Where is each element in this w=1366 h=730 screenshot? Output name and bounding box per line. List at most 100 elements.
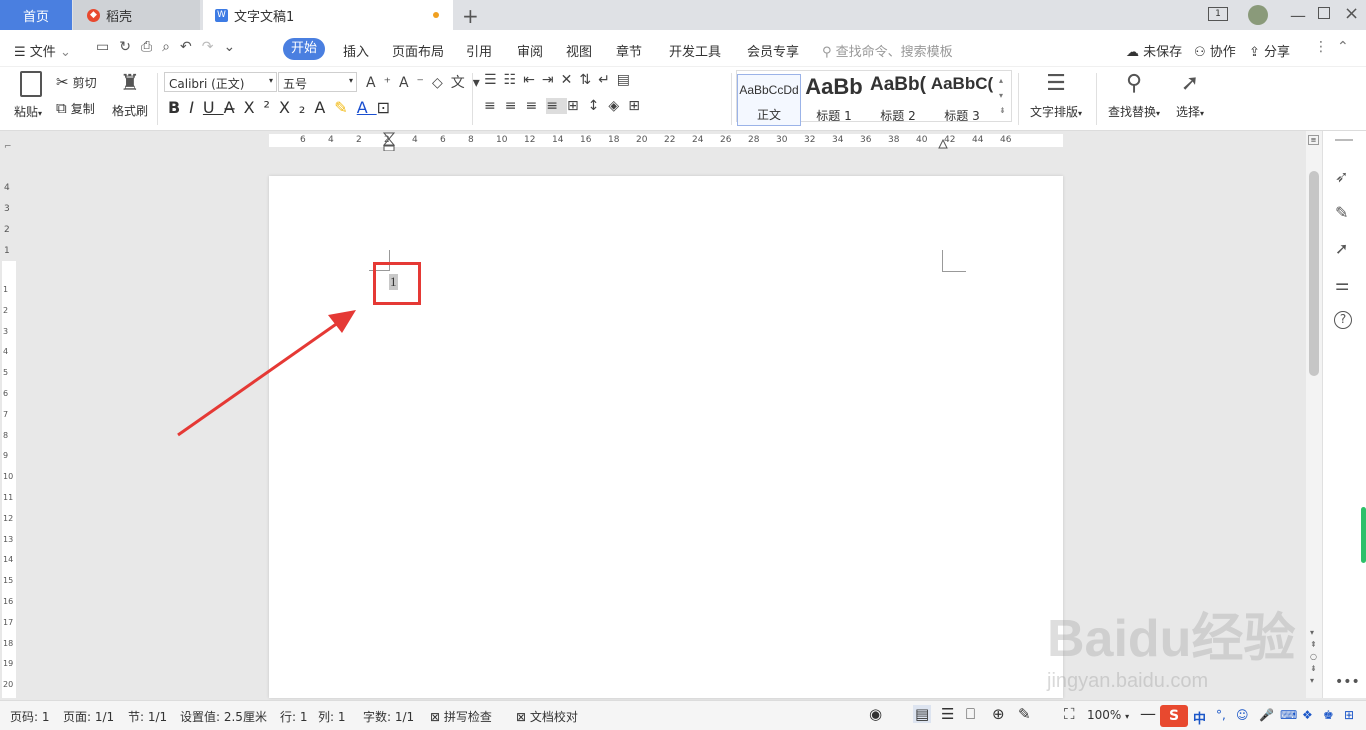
vertical-scrollbar[interactable]: ≡ ▾ ⇞ ○ ⇟ ▾: [1306, 131, 1322, 698]
reading-view-icon[interactable]: ⎕: [966, 705, 975, 723]
file-menu[interactable]: ☰ 文件 ⌄: [14, 41, 71, 60]
strikethrough-icon[interactable]: A̶: [224, 98, 244, 117]
web-view-icon[interactable]: ⊕: [992, 705, 1005, 723]
font-color-icon[interactable]: A: [357, 98, 377, 117]
scrollbar-thumb[interactable]: [1309, 171, 1319, 376]
increase-indent-icon[interactable]: ⇥: [542, 72, 561, 88]
font-size-select[interactable]: 五号 ▾: [278, 72, 357, 92]
shrink-font-icon[interactable]: A⁻: [399, 75, 432, 91]
style-heading-3[interactable]: AaBbC( 标题 3: [931, 74, 993, 126]
table-borders-icon[interactable]: ▤: [617, 72, 637, 88]
borders-icon[interactable]: ⊞: [628, 98, 649, 114]
horizontal-ruler[interactable]: 6 4 2 2 4 6 8 10 12 14 16 18 20 22 24 26 28 30 32 34 36 38 40 4…: [0, 131, 1306, 152]
mic-icon[interactable]: 🎤: [1259, 708, 1274, 722]
redo-icon[interactable]: ↷: [202, 39, 224, 55]
page-view-icon[interactable]: ▤: [913, 705, 932, 723]
chinese-layout-icon[interactable]: ✕: [561, 72, 580, 88]
avatar[interactable]: [1248, 5, 1268, 25]
minimize-button[interactable]: —: [1290, 6, 1306, 25]
number-list-icon[interactable]: ☷: [504, 72, 524, 88]
spell-check-button[interactable]: ⊠ 拼写检查: [430, 708, 492, 725]
command-search[interactable]: ⚲ 查找命令、搜索模板: [822, 41, 953, 60]
collab-button[interactable]: ⚇ 协作: [1194, 41, 1236, 60]
align-right-icon[interactable]: ≡: [525, 98, 546, 114]
share-button[interactable]: ⇪ 分享: [1249, 41, 1290, 60]
window-layout-icon[interactable]: 1: [1208, 7, 1228, 21]
menu-review[interactable]: 审阅: [517, 41, 543, 60]
export-icon[interactable]: ↻: [119, 39, 141, 55]
unsaved-button[interactable]: ☁ 未保存: [1126, 41, 1182, 60]
menu-developer[interactable]: 开发工具: [669, 41, 721, 60]
pen-icon[interactable]: ✎: [1335, 203, 1348, 222]
page-nav-icons[interactable]: ▾ ⇞ ○ ⇟ ▾: [1310, 627, 1317, 687]
close-button[interactable]: ×: [1344, 3, 1359, 24]
rocket-icon[interactable]: ➶: [1335, 167, 1348, 186]
status-page-number[interactable]: 页码: 1: [10, 708, 50, 725]
save-icon[interactable]: ▭: [96, 39, 119, 55]
align-center-icon[interactable]: ≡: [505, 98, 526, 114]
justify-icon[interactable]: ≡: [546, 98, 567, 114]
maximize-button[interactable]: [1318, 7, 1330, 19]
tab-document[interactable]: W 文字文稿1: [203, 0, 453, 30]
bold-icon[interactable]: B: [168, 98, 189, 117]
ime-mode[interactable]: 中: [1193, 708, 1206, 727]
adjust-icon[interactable]: ⚌: [1335, 275, 1349, 294]
add-tab-button[interactable]: +: [462, 4, 479, 28]
text-layout-button[interactable]: ☰ 文字排版▾: [1026, 71, 1086, 120]
menu-insert[interactable]: 插入: [343, 41, 369, 60]
proofread-button[interactable]: ⊠ 文档校对: [516, 708, 578, 725]
zoom-select[interactable]: 100% ▾: [1087, 708, 1129, 722]
help-icon[interactable]: ?: [1334, 311, 1352, 329]
more-icon[interactable]: ⌄: [223, 39, 245, 55]
sort-icon[interactable]: ⇅: [579, 72, 598, 88]
shading-icon[interactable]: ◈: [608, 98, 628, 114]
status-col[interactable]: 列: 1: [318, 708, 346, 725]
distribute-icon[interactable]: ⊞: [567, 98, 588, 114]
subscript-icon[interactable]: X₂: [279, 98, 314, 117]
status-pages[interactable]: 页面: 1/1: [63, 708, 114, 725]
undo-icon[interactable]: ↶: [180, 39, 202, 55]
keyboard-icon[interactable]: ⌨: [1280, 708, 1297, 722]
italic-icon[interactable]: I: [189, 98, 203, 117]
toolbox-icon[interactable]: ⊞: [1344, 708, 1354, 722]
emoji-icon[interactable]: ☺: [1236, 708, 1249, 722]
status-setting[interactable]: 设置值: 2.5厘米: [180, 708, 267, 725]
format-painter-button[interactable]: ♜ 格式刷: [110, 71, 150, 127]
more-options-icon[interactable]: ⋮: [1314, 39, 1328, 55]
punctuation-icon[interactable]: °,: [1216, 708, 1226, 722]
char-border-icon[interactable]: ⊡: [377, 98, 399, 117]
more-icon[interactable]: •••: [1335, 674, 1360, 690]
fit-page-icon[interactable]: ⛶: [1064, 705, 1075, 723]
status-section[interactable]: 节: 1/1: [128, 708, 167, 725]
zoom-out-button[interactable]: —: [1140, 704, 1156, 723]
line-spacing-icon[interactable]: ↕: [588, 98, 609, 114]
eye-protection-icon[interactable]: ◉: [869, 705, 882, 723]
cut-button[interactable]: ✂ 剪切: [56, 73, 97, 91]
select-button[interactable]: ➚ 选择▾: [1170, 71, 1210, 120]
skin-icon[interactable]: ❖: [1302, 708, 1313, 722]
menu-view[interactable]: 视图: [566, 41, 592, 60]
shirt-icon[interactable]: ♚: [1323, 708, 1334, 722]
underline-icon[interactable]: U: [203, 98, 224, 117]
grow-font-icon[interactable]: A⁺: [366, 75, 399, 91]
style-heading-2[interactable]: AaBb( 标题 2: [867, 74, 929, 126]
status-word-count[interactable]: 字数: 1/1: [363, 708, 414, 725]
menu-references[interactable]: 引用: [466, 41, 492, 60]
write-view-icon[interactable]: ✎: [1018, 705, 1031, 723]
menu-start[interactable]: 开始: [283, 38, 325, 60]
panel-handle-icon[interactable]: [1335, 139, 1353, 141]
print-icon[interactable]: ⎙: [141, 39, 162, 55]
sogou-ime-icon[interactable]: S: [1160, 705, 1188, 727]
split-view-icon[interactable]: ≡: [1308, 135, 1319, 145]
font-name-select[interactable]: Calibri (正文) ▾: [164, 72, 277, 92]
style-normal[interactable]: AaBbCcDd 正文: [737, 74, 801, 126]
preview-icon[interactable]: ⌕: [162, 39, 180, 55]
cursor-icon[interactable]: ➚: [1335, 239, 1348, 258]
status-row[interactable]: 行: 1: [280, 708, 308, 725]
text-effect-icon[interactable]: A: [314, 98, 334, 117]
tab-daoke[interactable]: ◆ 稻壳: [73, 0, 200, 30]
pinyin-icon[interactable]: 文▾: [451, 75, 488, 91]
outline-view-icon[interactable]: ☰: [941, 705, 954, 723]
collapse-ribbon-icon[interactable]: ⌃: [1337, 39, 1349, 55]
show-marks-icon[interactable]: ↵: [598, 72, 617, 88]
